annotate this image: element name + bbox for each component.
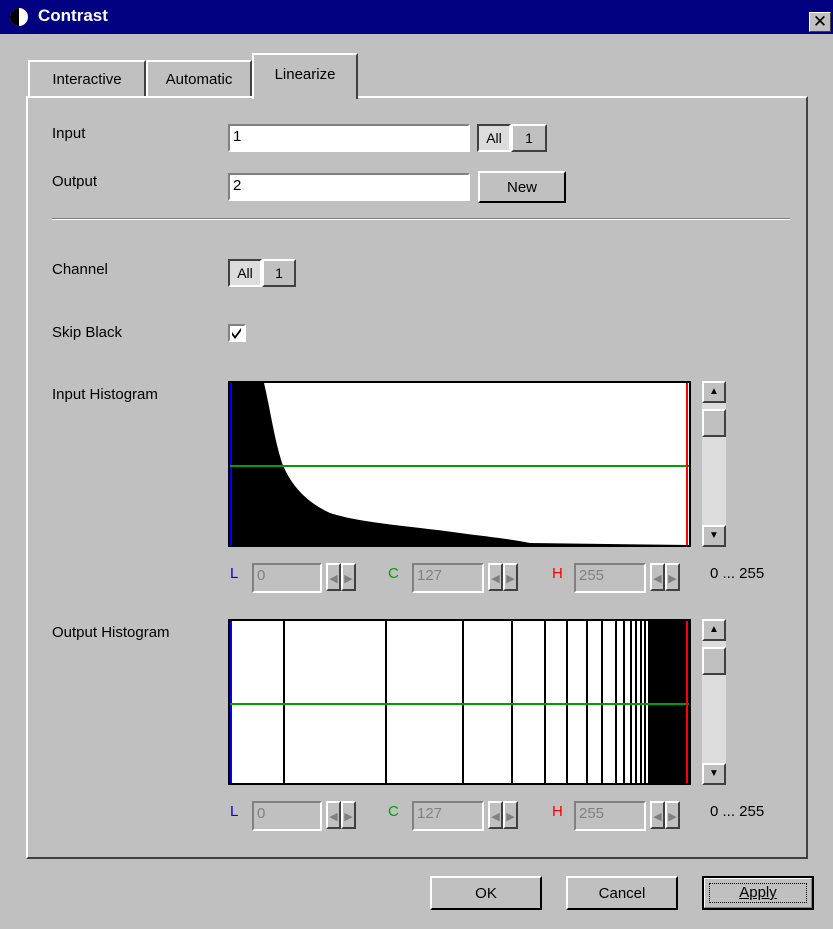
- scroll-down-button[interactable]: ▼: [702, 763, 726, 785]
- center-label: C: [388, 803, 399, 820]
- high-label: H: [552, 565, 563, 582]
- right-arrow-icon[interactable]: ▶: [665, 563, 680, 591]
- center-spinner[interactable]: ◀ ▶: [488, 563, 522, 593]
- output-histogram-dense-block: [648, 621, 689, 783]
- input-one-button[interactable]: 1: [511, 124, 547, 152]
- output-label: Output: [52, 173, 98, 190]
- apply-label: Apply: [739, 884, 777, 901]
- channel-label: Channel: [52, 261, 108, 278]
- center-value-field[interactable]: 127: [412, 801, 484, 831]
- tab-interactive[interactable]: Interactive: [28, 60, 146, 96]
- center-value-field[interactable]: 127: [412, 563, 484, 593]
- low-value-field[interactable]: 0: [252, 801, 322, 831]
- contrast-icon: [8, 6, 30, 28]
- tab-label: Interactive: [52, 71, 122, 88]
- right-arrow-icon[interactable]: ▶: [503, 563, 518, 591]
- title-bar: Contrast ✕: [0, 0, 833, 34]
- output-histogram-scrollbar[interactable]: ▲ ▼: [702, 619, 726, 785]
- left-arrow-icon[interactable]: ◀: [326, 563, 341, 591]
- input-field[interactable]: 1: [228, 124, 470, 152]
- center-label: C: [388, 565, 399, 582]
- high-value-field[interactable]: 255: [574, 563, 646, 593]
- ok-button[interactable]: OK: [430, 876, 542, 910]
- high-spinner[interactable]: ◀ ▶: [650, 801, 684, 831]
- input-label: Input: [52, 125, 86, 142]
- range-label: 0 ... 255: [710, 803, 765, 820]
- right-arrow-icon[interactable]: ▶: [503, 801, 518, 829]
- tab-automatic[interactable]: Automatic: [146, 60, 252, 96]
- tab-linearize[interactable]: Linearize: [252, 53, 358, 99]
- right-arrow-icon[interactable]: ▶: [341, 801, 356, 829]
- skip-black-checkbox[interactable]: [228, 324, 246, 342]
- high-label: H: [552, 803, 563, 820]
- channel-all-button[interactable]: All: [228, 259, 262, 287]
- skip-black-label: Skip Black: [52, 324, 123, 341]
- apply-button[interactable]: Apply: [702, 876, 814, 910]
- scroll-thumb[interactable]: [702, 647, 726, 675]
- left-arrow-icon[interactable]: ◀: [488, 801, 503, 829]
- close-button[interactable]: ✕: [809, 12, 831, 32]
- channel-one-button[interactable]: 1: [262, 259, 296, 287]
- input-all-button[interactable]: All: [477, 124, 511, 152]
- output-field[interactable]: 2: [228, 173, 470, 201]
- tab-label: Linearize: [274, 66, 336, 83]
- tab-label: Automatic: [165, 71, 233, 88]
- input-histogram-curve: [230, 383, 689, 545]
- high-spinner[interactable]: ◀ ▶: [650, 563, 684, 593]
- scroll-up-button[interactable]: ▲: [702, 619, 726, 641]
- cancel-button[interactable]: Cancel: [566, 876, 678, 910]
- new-button[interactable]: New: [478, 171, 566, 203]
- output-histogram: [228, 619, 691, 785]
- range-label: 0 ... 255: [710, 565, 765, 582]
- scroll-up-button[interactable]: ▲: [702, 381, 726, 403]
- output-histogram-label: Output Histogram: [52, 624, 170, 641]
- scroll-thumb[interactable]: [702, 409, 726, 437]
- low-spinner[interactable]: ◀ ▶: [326, 563, 360, 593]
- low-value-field[interactable]: 0: [252, 563, 322, 593]
- left-arrow-icon[interactable]: ◀: [650, 563, 665, 591]
- low-label: L: [230, 803, 239, 820]
- separator: [52, 218, 790, 220]
- input-histogram-scrollbar[interactable]: ▲ ▼: [702, 381, 726, 547]
- low-label: L: [230, 565, 239, 582]
- low-spinner[interactable]: ◀ ▶: [326, 801, 360, 831]
- input-histogram-label: Input Histogram: [52, 386, 158, 403]
- input-histogram: [228, 381, 691, 547]
- center-spinner[interactable]: ◀ ▶: [488, 801, 522, 831]
- left-arrow-icon[interactable]: ◀: [488, 563, 503, 591]
- scroll-down-button[interactable]: ▼: [702, 525, 726, 547]
- checkmark-icon: [232, 328, 241, 339]
- left-arrow-icon[interactable]: ◀: [326, 801, 341, 829]
- right-arrow-icon[interactable]: ▶: [341, 563, 356, 591]
- left-arrow-icon[interactable]: ◀: [650, 801, 665, 829]
- high-value-field[interactable]: 255: [574, 801, 646, 831]
- window-title: Contrast: [38, 6, 108, 25]
- right-arrow-icon[interactable]: ▶: [665, 801, 680, 829]
